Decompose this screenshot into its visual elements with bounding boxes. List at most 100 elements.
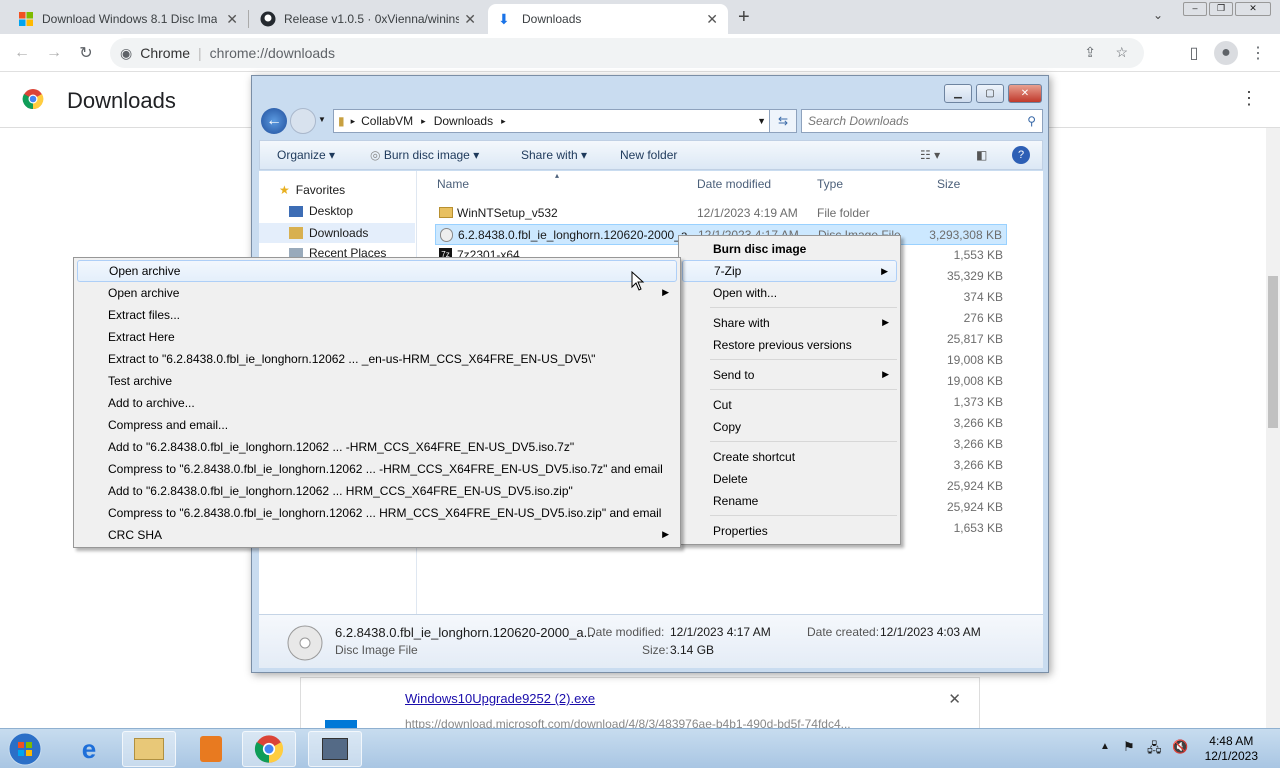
close-icon[interactable]: ✕ [1235, 2, 1271, 16]
view-options-icon[interactable]: ☷ ▾ [920, 148, 940, 162]
address-bar[interactable]: ◉ Chrome | chrome://downloads ☆ ⇪ [110, 38, 1144, 68]
back-icon[interactable]: ← [10, 41, 34, 65]
menu-label: Open archive [109, 264, 181, 278]
zip-menu-item[interactable]: Compress and email... [77, 414, 677, 436]
zip-menu-item[interactable]: Extract Here [77, 326, 677, 348]
scrollbar-thumb[interactable] [1268, 276, 1278, 428]
share-icon[interactable]: ⇪ [1084, 44, 1096, 61]
new-folder-button[interactable]: New folder [620, 148, 677, 162]
bookmark-star-icon[interactable]: ☆ [1115, 44, 1128, 61]
minimize-button[interactable]: ▁ [944, 84, 972, 103]
page-scrollbar[interactable] [1266, 128, 1280, 728]
preview-pane-icon[interactable]: ◧ [976, 148, 987, 162]
menu-item-properties[interactable]: Properties [682, 520, 897, 542]
menu-separator [710, 307, 897, 308]
minimize-icon[interactable]: – [1183, 2, 1207, 16]
refresh-icon[interactable]: ⇆ [769, 109, 797, 133]
chrome-menu-icon[interactable]: ⋮ [1246, 41, 1270, 65]
download-filename-link[interactable]: Windows10Upgrade9252 (2).exe [405, 691, 595, 706]
back-arrow-icon[interactable]: ← [261, 108, 287, 134]
zip-menu-item[interactable]: Add to "6.2.8438.0.fbl_ie_longhorn.12062… [77, 480, 677, 502]
restore-icon[interactable]: ❐ [1209, 2, 1233, 16]
more-options-icon[interactable]: ⋮ [1240, 88, 1258, 109]
menu-item-send-to[interactable]: Send to ▶ [682, 364, 897, 386]
organize-button[interactable]: Organize ▾ [277, 148, 335, 162]
menu-item-rename[interactable]: Rename [682, 490, 897, 512]
close-tab-icon[interactable]: ✕ [226, 11, 238, 28]
close-tab-icon[interactable]: ✕ [706, 11, 718, 28]
zip-menu-item[interactable]: Open archive [77, 260, 677, 282]
menu-label: Extract to "6.2.8438.0.fbl_ie_longhorn.1… [108, 352, 596, 366]
file-row[interactable]: WinNTSetup_v532 12/1/2023 4:19 AM File fol… [435, 203, 1007, 224]
address-dropdown-icon[interactable]: ▼ [757, 116, 766, 126]
details-date-created-label: Date created: [807, 625, 880, 639]
burn-disc-image-button[interactable]: ◎ Burn disc image ▾ [370, 148, 479, 162]
share-with-button[interactable]: Share with ▾ [521, 148, 587, 162]
zip-menu-item[interactable]: Add to "6.2.8438.0.fbl_ie_longhorn.12062… [77, 436, 677, 458]
zip-menu-item[interactable]: Extract to "6.2.8438.0.fbl_ie_longhorn.1… [77, 348, 677, 370]
search-input[interactable]: Search Downloads ⚲ [801, 109, 1043, 133]
action-center-flag-icon[interactable]: ⚑ [1123, 739, 1135, 755]
close-tab-icon[interactable]: ✕ [464, 11, 476, 28]
taskbar-explorer[interactable] [122, 731, 176, 767]
zip-menu-item[interactable]: CRC SHA ▶ [77, 524, 677, 546]
nav-desktop[interactable]: Desktop [289, 204, 353, 218]
search-icon[interactable]: ⚲ [1027, 114, 1036, 128]
forward-arrow-icon[interactable] [290, 108, 316, 134]
menu-item-burn-disc-image[interactable]: Burn disc image [682, 238, 897, 260]
breadcrumb-arrow-icon[interactable]: ▸ [421, 116, 426, 127]
taskbar-internet-explorer[interactable]: e [62, 731, 116, 767]
remove-download-icon[interactable]: ✕ [948, 690, 961, 708]
breadcrumb-collabvm[interactable]: CollabVM [361, 114, 413, 128]
side-panel-icon[interactable]: ▯ [1182, 41, 1206, 65]
column-header-type[interactable]: Type [817, 177, 843, 191]
show-hidden-icons-icon[interactable]: ▲ [1100, 741, 1110, 752]
network-icon[interactable]: 🖧 [1147, 739, 1162, 761]
zip-menu-item[interactable]: Test archive [77, 370, 677, 392]
nav-favorites[interactable]: ★ Favorites [279, 183, 345, 197]
new-tab-icon[interactable]: + [738, 6, 750, 29]
menu-item-7zip[interactable]: 7-Zip ▶ [682, 260, 897, 282]
reload-icon[interactable]: ↻ [74, 41, 98, 65]
zip-menu-item[interactable]: Open archive ▶ [77, 282, 677, 304]
menu-item-restore-previous-versions[interactable]: Restore previous versions [682, 334, 897, 356]
menu-label: Add to "6.2.8438.0.fbl_ie_longhorn.12062… [108, 484, 573, 498]
forward-icon[interactable]: → [42, 41, 66, 65]
menu-item-open-with[interactable]: Open with... [682, 282, 897, 304]
menu-item-delete[interactable]: Delete [682, 468, 897, 490]
breadcrumb-arrow-icon[interactable]: ▸ [501, 116, 506, 127]
column-header-name[interactable]: Name [437, 177, 469, 191]
clock[interactable]: 4:48 AM 12/1/2023 [1205, 734, 1258, 764]
submenu-arrow-icon: ▶ [881, 266, 888, 276]
profile-avatar-icon[interactable]: ● [1214, 41, 1238, 65]
taskbar-media-player[interactable] [184, 731, 238, 767]
taskbar-chrome[interactable] [242, 731, 296, 767]
menu-item-share-with[interactable]: Share with ▶ [682, 312, 897, 334]
close-button[interactable]: ✕ [1008, 84, 1042, 103]
breadcrumb-downloads[interactable]: Downloads [434, 114, 493, 128]
menu-item-create-shortcut[interactable]: Create shortcut [682, 446, 897, 468]
column-header-date[interactable]: Date modified [697, 177, 771, 191]
maximize-button[interactable]: ▢ [976, 84, 1004, 103]
nav-downloads[interactable]: Downloads [259, 223, 415, 243]
tab-search-chevron-icon[interactable]: ⌄ [1153, 8, 1163, 22]
volume-muted-icon[interactable]: 🔇 [1172, 739, 1188, 755]
address-breadcrumb[interactable]: ▮ ▸ CollabVM ▸ Downloads ▸ ▼ [333, 109, 773, 133]
zip-menu-item[interactable]: Compress to "6.2.8438.0.fbl_ie_longhorn.… [77, 502, 677, 524]
zip-menu-item[interactable]: Extract files... [77, 304, 677, 326]
tab-github-release[interactable]: Release v1.0.5 · 0xVienna/winins ✕ [250, 4, 486, 34]
menu-item-copy[interactable]: Copy [682, 416, 897, 438]
file-name: WinNTSetup_v532 [457, 206, 558, 220]
zip-menu-item[interactable]: Compress to "6.2.8438.0.fbl_ie_longhorn.… [77, 458, 677, 480]
menu-item-cut[interactable]: Cut [682, 394, 897, 416]
taskbar-remote[interactable] [308, 731, 362, 767]
tab-downloads[interactable]: ⬇ Downloads ✕ [488, 4, 728, 34]
column-header-size[interactable]: Size [937, 177, 960, 191]
recent-pages-chevron-icon[interactable]: ▼ [318, 115, 326, 124]
start-button[interactable] [0, 731, 50, 767]
tab-windows-download[interactable]: Download Windows 8.1 Disc Ima ✕ [8, 4, 248, 34]
help-icon[interactable]: ? [1012, 146, 1030, 164]
breadcrumb-arrow-icon[interactable]: ▸ [351, 116, 356, 127]
submenu-arrow-icon: ▶ [662, 529, 669, 539]
zip-menu-item[interactable]: Add to archive... [77, 392, 677, 414]
